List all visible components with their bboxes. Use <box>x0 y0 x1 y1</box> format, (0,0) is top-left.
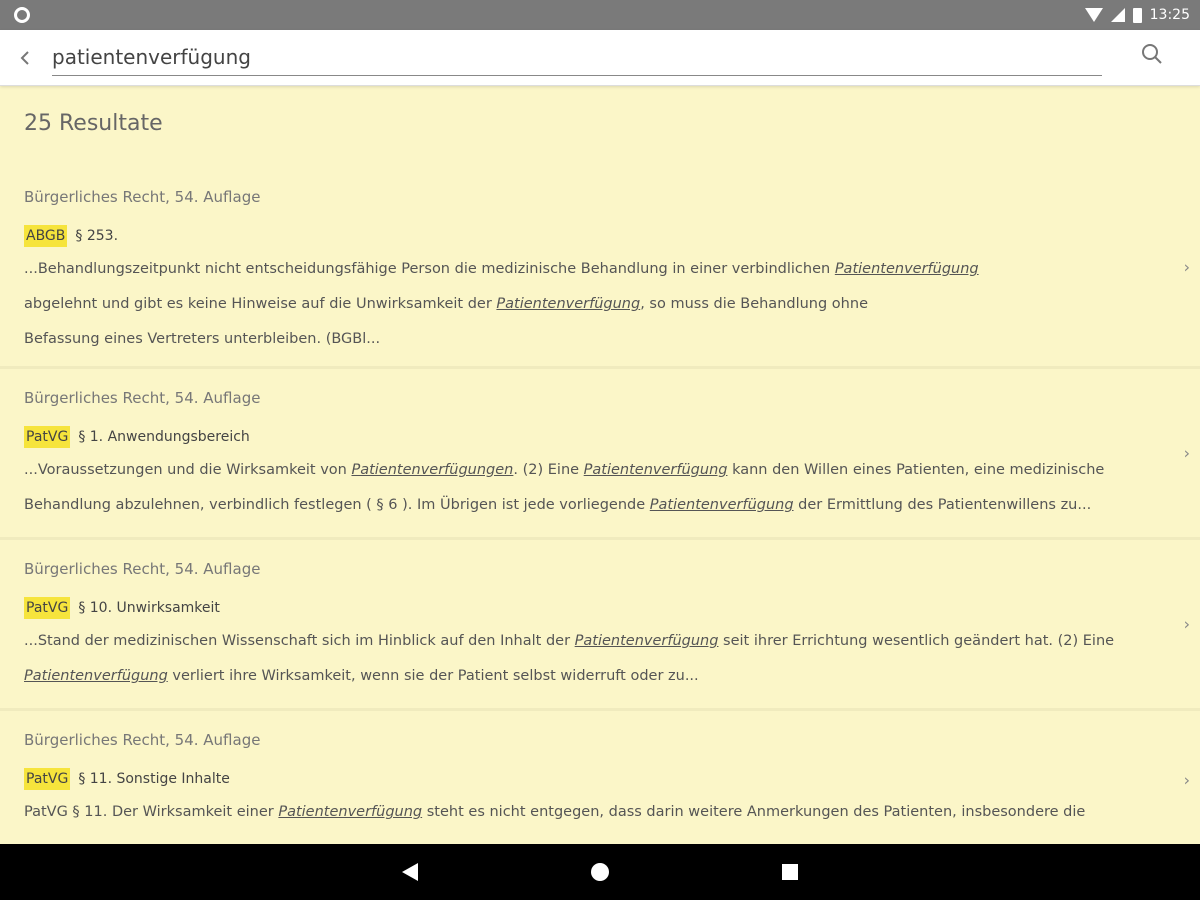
snippet-text: . (2) Eine <box>513 462 584 478</box>
search-hit: Patientenverfügung <box>649 497 794 513</box>
law-tag: PatVG <box>24 425 71 448</box>
snippet-text: ...Stand der medizinischen Wissenschaft … <box>24 633 575 649</box>
snippet-text: abgelehnt und gibt es keine Hinweise auf… <box>24 296 497 312</box>
result-source: Bürgerliches Recht, 54. Auflage <box>24 188 261 206</box>
snippet-line: PatVG § 11. Der Wirksamkeit einer Patien… <box>24 795 1140 830</box>
snippet-line: ...Voraussetzungen und die Wirksamkeit v… <box>24 453 1140 488</box>
search-hit: Patientenverfügung <box>583 462 728 478</box>
search-hit: Patientenverfügungen <box>351 462 514 478</box>
result-snippet: PatVG § 11. Der Wirksamkeit einer Patien… <box>24 795 1140 830</box>
circle-home-icon[interactable] <box>591 863 609 881</box>
system-nav-bar <box>0 844 1200 900</box>
snippet-line: Befassung eines Vertreters unterbleiben.… <box>24 322 1140 357</box>
square-recents-icon[interactable] <box>782 864 798 880</box>
result-item[interactable]: Bürgerliches Recht, 54. Auflage ABGB § 2… <box>0 168 1200 369</box>
results-list: Bürgerliches Recht, 54. Auflage ABGB § 2… <box>0 168 1200 844</box>
result-heading: ABGB § 253. <box>24 219 1140 252</box>
section-title: § 11. Sonstige Inhalte <box>78 770 230 787</box>
snippet-line: Behandlung abzulehnen, verbindlich festl… <box>24 488 1140 523</box>
chevron-right-icon: › <box>1183 770 1190 789</box>
search-hit: Patientenverfügung <box>24 668 168 684</box>
snippet-text: kann den Willen eines Patienten, eine me… <box>727 462 1105 478</box>
result-source: Bürgerliches Recht, 54. Auflage <box>24 389 261 407</box>
section-title: § 1. Anwendungsbereich <box>78 428 250 445</box>
chevron-right-icon: › <box>1183 443 1190 463</box>
back-button[interactable] <box>10 40 40 76</box>
search-hit: Patientenverfügung <box>834 261 979 277</box>
search-input[interactable] <box>52 40 1102 76</box>
status-icons: 13:25 <box>1084 0 1190 30</box>
results-count: 25 Resultate <box>24 111 163 136</box>
snippet-text: PatVG § 11. Der Wirksamkeit einer <box>24 804 279 820</box>
search-app-bar <box>0 30 1200 86</box>
snippet-text: ...Voraussetzungen und die Wirksamkeit v… <box>24 462 352 478</box>
chevron-right-icon: › <box>1183 614 1190 634</box>
snippet-text: seit ihrer Errichtung wesentlich geänder… <box>718 633 1115 649</box>
snippet-line: ...Stand der medizinischen Wissenschaft … <box>24 624 1140 659</box>
result-source: Bürgerliches Recht, 54. Auflage <box>24 731 261 749</box>
chevron-left-icon <box>20 51 29 65</box>
search-hit: Patientenverfügung <box>496 296 641 312</box>
snippet-line: ...Behandlungszeitpunkt nicht entscheidu… <box>24 252 1140 287</box>
law-tag: ABGB <box>24 224 68 247</box>
result-item[interactable]: Bürgerliches Recht, 54. Auflage PatVG § … <box>0 711 1200 844</box>
snippet-text: , so muss die Behandlung ohne <box>640 296 868 312</box>
signal-icon <box>1110 8 1125 22</box>
status-time: 13:25 <box>1149 7 1190 23</box>
search-hit: Patientenverfügung <box>278 804 423 820</box>
result-snippet: ...Behandlungszeitpunkt nicht entscheidu… <box>24 252 1140 357</box>
triangle-back-icon[interactable] <box>402 863 418 881</box>
status-bar: 13:25 <box>0 0 1200 30</box>
snippet-text: Behandlung abzulehnen, verbindlich festl… <box>24 497 650 513</box>
snippet-text: verliert ihre Wirksamkeit, wenn sie der … <box>167 668 699 684</box>
result-heading: PatVG § 10. Unwirksamkeit <box>24 591 1140 624</box>
result-item[interactable]: Bürgerliches Recht, 54. Auflage PatVG § … <box>0 369 1200 540</box>
circle-icon <box>14 7 30 23</box>
snippet-text: ...Behandlungszeitpunkt nicht entscheidu… <box>24 261 835 277</box>
result-heading: PatVG § 1. Anwendungsbereich <box>24 420 1140 453</box>
result-snippet: ...Stand der medizinischen Wissenschaft … <box>24 624 1140 694</box>
search-hit: Patientenverfügung <box>574 633 719 649</box>
snippet-text: steht es nicht entgegen, dass darin weit… <box>422 804 1086 820</box>
result-snippet: ...Voraussetzungen und die Wirksamkeit v… <box>24 453 1140 523</box>
wifi-icon <box>1084 8 1103 22</box>
snippet-text: der Ermittlung des Patientenwillens zu..… <box>793 497 1092 513</box>
battery-icon <box>1132 7 1142 23</box>
section-title: § 253. <box>75 227 119 244</box>
law-tag: PatVG <box>24 767 71 790</box>
snippet-line: abgelehnt und gibt es keine Hinweise auf… <box>24 287 1140 322</box>
result-item[interactable]: Bürgerliches Recht, 54. Auflage PatVG § … <box>0 540 1200 711</box>
result-source: Bürgerliches Recht, 54. Auflage <box>24 560 261 578</box>
result-heading: PatVG § 11. Sonstige Inhalte <box>24 762 1140 795</box>
law-tag: PatVG <box>24 596 71 619</box>
chevron-right-icon: › <box>1183 257 1190 277</box>
section-title: § 10. Unwirksamkeit <box>78 599 220 616</box>
snippet-text: Befassung eines Vertreters unterbleiben.… <box>24 331 381 347</box>
search-button[interactable] <box>1140 42 1170 72</box>
snippet-line: Patientenverfügung verliert ihre Wirksam… <box>24 659 1140 694</box>
search-icon <box>1142 44 1162 64</box>
